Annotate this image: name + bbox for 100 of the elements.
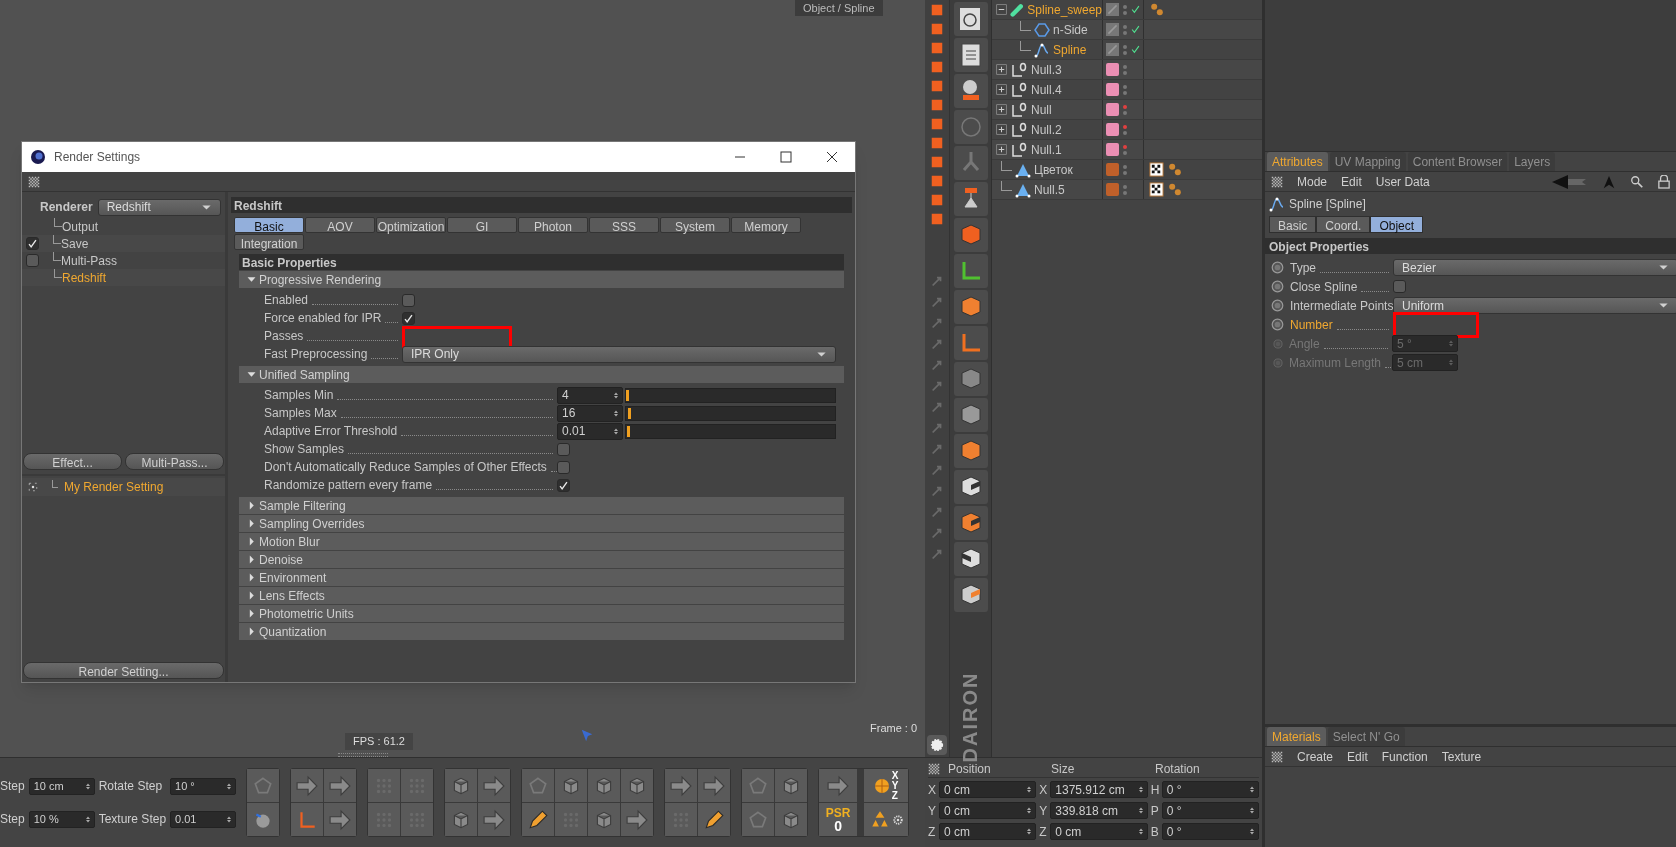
number-field[interactable]: 0 cm bbox=[939, 781, 1037, 798]
checkbox[interactable] bbox=[557, 460, 570, 474]
number-field[interactable]: 0 cm bbox=[939, 802, 1037, 819]
tool-button[interactable] bbox=[953, 290, 988, 324]
collapse-icon[interactable] bbox=[996, 4, 1007, 15]
object-row[interactable]: Null.5 bbox=[992, 180, 1262, 200]
visibility-dots[interactable] bbox=[1123, 184, 1127, 195]
visibility-dots[interactable] bbox=[1123, 44, 1127, 55]
layer-swatch[interactable] bbox=[1106, 183, 1119, 196]
slider-thumb[interactable] bbox=[627, 425, 631, 437]
settings-tab[interactable]: Basic bbox=[234, 217, 304, 233]
number-field[interactable]: 4 bbox=[557, 386, 623, 404]
object-row[interactable]: Null.3 bbox=[992, 60, 1262, 80]
menu-item[interactable]: Texture bbox=[1441, 747, 1482, 766]
object-row[interactable]: Null.1 bbox=[992, 140, 1262, 160]
checkbox[interactable] bbox=[26, 237, 39, 250]
settings-tree-item[interactable]: Save bbox=[61, 234, 89, 253]
back-arrow-icon[interactable] bbox=[1552, 174, 1588, 189]
object-row[interactable]: Null.2 bbox=[992, 120, 1262, 140]
number-field[interactable]: 1375.912 cm bbox=[1050, 781, 1148, 798]
slider-track[interactable] bbox=[625, 387, 836, 403]
panel-tab[interactable]: Content Browser bbox=[1407, 152, 1508, 171]
checkbox[interactable] bbox=[26, 254, 39, 267]
spheres-tag-icon[interactable] bbox=[1149, 2, 1165, 17]
dropdown[interactable]: Uniform bbox=[1393, 297, 1676, 314]
slider-track[interactable] bbox=[625, 423, 836, 439]
tool-button[interactable] bbox=[698, 803, 731, 836]
visibility-dots[interactable] bbox=[1123, 124, 1127, 135]
tool-button[interactable] bbox=[953, 542, 988, 576]
group-header[interactable]: Quantization bbox=[239, 623, 844, 640]
axis-button[interactable]: X Y Z bbox=[864, 769, 909, 802]
tool-button[interactable] bbox=[953, 398, 988, 432]
visibility-dots[interactable] bbox=[1123, 104, 1127, 115]
checkbox[interactable] bbox=[557, 478, 570, 492]
group-header[interactable]: Lens Effects bbox=[239, 587, 844, 604]
expand-icon[interactable] bbox=[996, 84, 1007, 95]
attribute-tab[interactable]: Basic bbox=[1269, 216, 1317, 233]
tool-button[interactable] bbox=[953, 578, 988, 612]
panel-tab[interactable]: UV Mapping bbox=[1329, 152, 1406, 171]
menu-item[interactable]: User Data bbox=[1375, 172, 1430, 191]
settings-tab[interactable]: SSS bbox=[589, 217, 659, 233]
object-name[interactable]: Null.2 bbox=[1031, 120, 1062, 139]
dialog-button[interactable]: Render Setting... bbox=[23, 662, 224, 679]
attribute-tab[interactable]: Object bbox=[1370, 216, 1424, 233]
spheres-tag-icon[interactable] bbox=[1167, 162, 1183, 177]
object-name[interactable]: Null.5 bbox=[1034, 180, 1065, 199]
checkmark-icon[interactable] bbox=[1131, 25, 1140, 34]
keyframe-radio-icon[interactable] bbox=[1271, 299, 1284, 312]
object-name[interactable]: Spline bbox=[1053, 40, 1087, 59]
object-row[interactable]: Spline_sweep bbox=[992, 0, 1262, 20]
tool-button[interactable] bbox=[953, 74, 988, 108]
attribute-tab[interactable]: Coord. bbox=[1316, 216, 1371, 233]
object-row[interactable]: Null bbox=[992, 100, 1262, 120]
visibility-dots[interactable] bbox=[1123, 164, 1127, 175]
tool-button[interactable] bbox=[927, 735, 947, 755]
settings-tab[interactable]: Optimization bbox=[376, 217, 446, 233]
object-name[interactable]: Null bbox=[1031, 100, 1052, 119]
settings-tab[interactable]: GI bbox=[447, 217, 517, 233]
number-field[interactable]: 10 cm bbox=[28, 777, 95, 795]
slider-thumb[interactable] bbox=[628, 407, 632, 419]
lock-icon[interactable] bbox=[1658, 174, 1670, 189]
menu-item[interactable]: Create bbox=[1297, 747, 1334, 766]
keyframe-radio-icon[interactable] bbox=[1271, 261, 1284, 274]
visibility-dots[interactable] bbox=[1123, 144, 1127, 155]
settings-tree-item[interactable]: Multi-Pass bbox=[61, 251, 117, 270]
layer-swatch[interactable] bbox=[1106, 3, 1119, 16]
layer-swatch[interactable] bbox=[1106, 43, 1119, 56]
menu-item[interactable]: Function bbox=[1381, 747, 1428, 766]
tool-button[interactable] bbox=[953, 434, 988, 468]
group-header[interactable]: Denoise bbox=[239, 551, 844, 568]
layer-swatch[interactable] bbox=[1106, 23, 1119, 36]
settings-tab[interactable]: AOV bbox=[305, 217, 375, 233]
dropdown[interactable]: Bezier bbox=[1393, 259, 1676, 276]
settings-tree-item[interactable]: Output bbox=[62, 217, 99, 236]
object-name[interactable]: Spline_sweep bbox=[1027, 0, 1102, 19]
object-name[interactable]: Цветок bbox=[1034, 160, 1073, 179]
layer-swatch[interactable] bbox=[1106, 83, 1119, 96]
dropdown[interactable]: Redshift bbox=[97, 198, 221, 216]
object-row[interactable]: Spline bbox=[992, 40, 1262, 60]
expand-icon[interactable] bbox=[996, 64, 1007, 75]
object-name[interactable]: Null.3 bbox=[1031, 60, 1062, 79]
tool-button[interactable] bbox=[864, 803, 909, 836]
layer-swatch[interactable] bbox=[1106, 63, 1119, 76]
layer-swatch[interactable] bbox=[1106, 143, 1119, 156]
dialog-button[interactable]: Multi-Pass... bbox=[125, 452, 224, 470]
number-field[interactable]: 16 bbox=[557, 404, 623, 422]
menu-item[interactable]: Edit bbox=[1341, 172, 1362, 191]
object-row[interactable]: Null.4 bbox=[992, 80, 1262, 100]
cursor-arrow-icon[interactable] bbox=[1602, 174, 1616, 189]
keyframe-radio-icon[interactable] bbox=[1271, 318, 1284, 331]
group-header[interactable]: Sample Filtering bbox=[239, 497, 844, 514]
settings-tab[interactable]: Memory bbox=[731, 217, 801, 233]
layer-swatch[interactable] bbox=[1106, 103, 1119, 116]
slider-thumb[interactable] bbox=[626, 389, 629, 401]
number-field[interactable]: 0.01 bbox=[557, 422, 623, 440]
checkmark-icon[interactable] bbox=[1131, 5, 1140, 14]
panel-tab[interactable]: Attributes bbox=[1267, 152, 1328, 171]
expand-icon[interactable] bbox=[996, 104, 1007, 115]
number-field[interactable]: 0 cm bbox=[1050, 823, 1148, 840]
visibility-dots[interactable] bbox=[1123, 24, 1127, 35]
